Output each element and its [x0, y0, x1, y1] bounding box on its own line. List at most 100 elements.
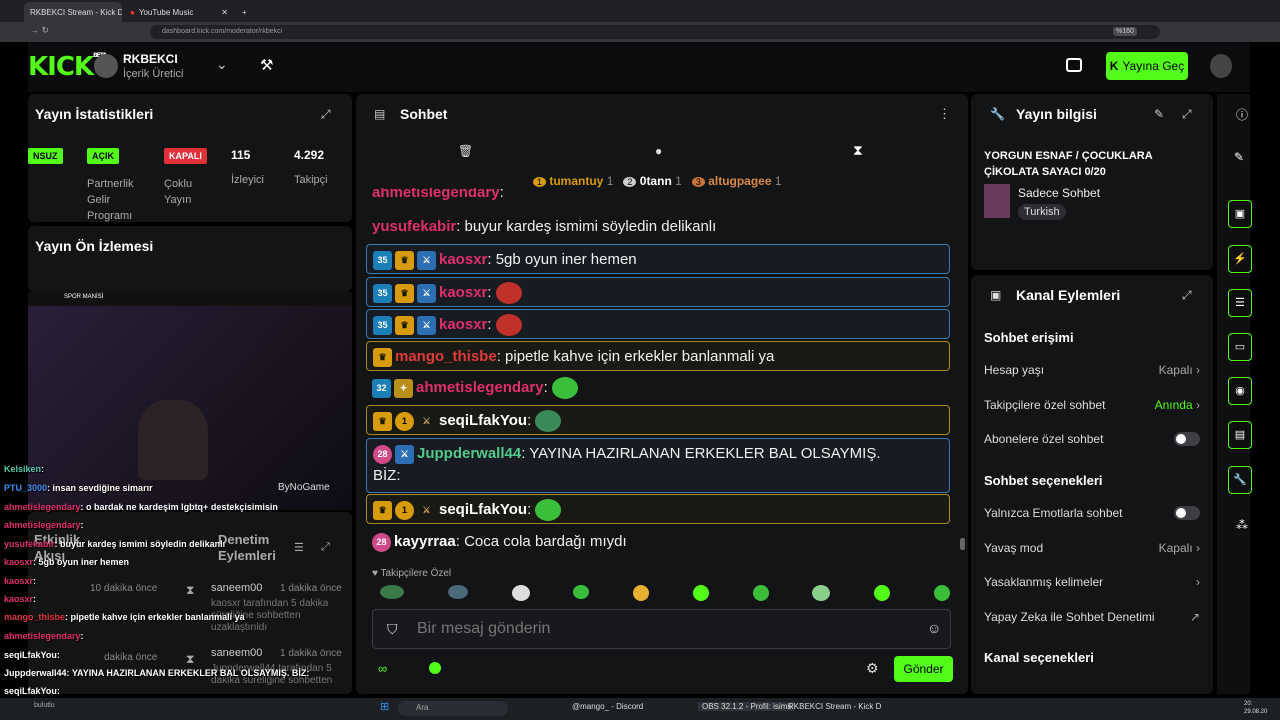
chat-message[interactable]: 35 ♛ ⚔ kaosxr: — [366, 277, 950, 307]
emote-icon[interactable] — [573, 585, 590, 599]
emote-icon[interactable] — [933, 585, 950, 601]
toggle-switch[interactable] — [1174, 432, 1200, 446]
hourglass-icon[interactable]: ⧗ — [853, 142, 863, 159]
taskbar-kick[interactable]: RKBEKCI Stream - Kick D — [788, 702, 881, 711]
emote-icon[interactable] — [812, 585, 831, 601]
avatar[interactable] — [1210, 54, 1232, 78]
bolt-icon[interactable]: ⚡ — [1228, 245, 1252, 273]
setting-emote-only[interactable]: Yalnızca Emotlarla sohbet — [984, 506, 1200, 520]
more-icon[interactable]: ⋮ — [938, 106, 951, 122]
browser-tab-kick[interactable]: RKBEKCI Stream - Kick Dashboa... — [24, 2, 122, 22]
streamer-figure — [138, 400, 208, 480]
info-icon[interactable]: ⓘ — [1236, 106, 1248, 123]
calendar-icon[interactable]: ▤ — [1228, 421, 1252, 449]
chat-username[interactable]: kaosxr — [439, 251, 487, 268]
emoji-icon[interactable]: ☺ — [927, 620, 941, 636]
kicks-icon[interactable]: ∞ — [378, 661, 387, 676]
windows-start-icon[interactable]: ⊞ — [380, 700, 389, 713]
setting-value: Kapalı — [1158, 541, 1193, 555]
chat-text: : — [487, 284, 492, 301]
chat-input[interactable] — [417, 618, 897, 640]
taskbar-obs[interactable]: OBS 32.1.2 - Profil: isims — [698, 702, 796, 711]
expand-icon[interactable]: ⤢ — [321, 107, 331, 122]
setting-banned-words[interactable]: Yasaklanmış kelimeler › — [984, 575, 1200, 589]
chat-message[interactable]: 28 ⚔ Juppderwall44: YAYINA HAZIRLANAN ERKE… — [366, 438, 950, 493]
overlay-user: seqiLfakYou — [4, 686, 57, 696]
setting-slow-mode[interactable]: Yavaş mod Kapalı › — [984, 541, 1200, 555]
chat-username[interactable]: ahmetislegendary — [416, 379, 544, 396]
pencil-icon[interactable]: ✎ — [1234, 150, 1244, 164]
stream-preview-icon[interactable]: ▣ — [1228, 200, 1252, 228]
taskbar-discord[interactable]: @mango_ - Discord — [572, 702, 643, 711]
chat-username[interactable]: kayyrraa — [394, 533, 456, 550]
record-icon[interactable]: ◉ — [1228, 377, 1252, 405]
avatar[interactable] — [94, 54, 118, 78]
expand-icon[interactable]: ⤢ — [321, 541, 330, 554]
chat-message[interactable]: 35 ♛ ⚔ kaosxr: — [366, 309, 950, 339]
hammer-icon[interactable]: ⚒ — [260, 56, 273, 74]
clock[interactable]: 20: 29.08.20 — [1244, 700, 1267, 716]
chat-message[interactable]: 32 ✦ ahmetislegendary: — [366, 373, 950, 403]
gear-icon[interactable]: ⚙ — [866, 660, 879, 677]
crown-icon: ♛ — [373, 411, 392, 431]
filter-icon[interactable]: ☰ — [294, 541, 304, 554]
setting-followers-only[interactable]: Takipçilere özel sohbet Anında › — [984, 398, 1200, 412]
overlay-user: Juppderwall44 — [4, 668, 67, 678]
chat-message[interactable]: 28 kayyrraa: Coca cola bardağı mıydı — [366, 527, 950, 557]
list-icon[interactable]: ☰ — [1228, 289, 1252, 317]
setting-ai-moderation[interactable]: Yapay Zeka ile Sohbet Denetimi ↗ — [984, 610, 1200, 624]
chevron-down-icon[interactable]: ⌄ — [216, 56, 228, 73]
setting-subscribers-only[interactable]: Abonelere özel sohbet — [984, 432, 1200, 446]
go-live-button[interactable]: K Yayına Geç — [1106, 52, 1188, 80]
send-button[interactable]: Gönder — [894, 656, 953, 682]
language-tag: Turkish — [1018, 204, 1066, 220]
chat-scrollbar[interactable] — [960, 538, 965, 550]
chat-username[interactable]: seqiLfakYou — [439, 501, 527, 518]
edit-icon[interactable]: ✎ — [1154, 107, 1164, 121]
users-icon[interactable]: ⁂ — [1236, 518, 1248, 532]
wrench-icon[interactable]: 🔧 — [1228, 466, 1252, 494]
chat-username[interactable]: seqiLfakYou — [439, 412, 527, 429]
chat-message[interactable]: 35 ♛ ⚔ kaosxr: 5gb oyun iner hemen — [366, 244, 950, 274]
emote-icon[interactable] — [511, 585, 530, 601]
chat-message[interactable]: ♛ mango_thisbe: pipetle kahve için erkekl… — [366, 341, 950, 371]
chat-username[interactable]: Juppderwall44 — [417, 445, 521, 462]
chat-message[interactable]: ♛ 1 ⚔ seqiLfakYou: — [366, 405, 950, 435]
chat-username[interactable]: mango_thisbe — [395, 348, 497, 365]
expand-icon[interactable]: ⤢ — [1182, 288, 1192, 303]
theatre-icon[interactable] — [1066, 58, 1082, 72]
emote-icon[interactable] — [752, 585, 769, 601]
overlay-text: : o bardak ne kardeşim lgbtq+ destekçisi… — [80, 502, 278, 512]
rank-badge: 1 — [533, 177, 547, 187]
speech-bubble-icon[interactable]: ● — [655, 144, 662, 158]
taskbar-search[interactable]: Ara — [398, 701, 508, 716]
chat-username[interactable]: kaosxr — [439, 284, 487, 301]
emote-icon[interactable] — [447, 585, 468, 599]
new-tab-button[interactable]: + — [236, 2, 252, 22]
emote-icon[interactable] — [633, 585, 650, 601]
close-icon[interactable]: ✕ — [221, 8, 228, 17]
setting-account-age[interactable]: Hesap yaşı Kapalı › — [984, 363, 1200, 377]
kick-coin-icon[interactable] — [429, 662, 441, 674]
chat-message[interactable]: ahmetislegendary: — [366, 188, 950, 204]
trash-icon[interactable]: 🗑 — [458, 144, 473, 158]
toggle-switch[interactable] — [1174, 506, 1200, 520]
chat-input-box[interactable]: ⛉ ☺ — [372, 609, 951, 649]
chat-username[interactable]: ahmetislegendary — [372, 188, 500, 201]
expand-icon[interactable]: ⤢ — [1182, 107, 1192, 122]
setting-label: Abonelere özel sohbet — [984, 432, 1104, 446]
chat-message[interactable]: yusufekabir: buyur kardeş ismimi söyledi… — [366, 212, 950, 242]
chat-username[interactable]: yusufekabir — [372, 218, 456, 235]
chat-bubble-icon[interactable]: ▭ — [1228, 333, 1252, 361]
emote-icon[interactable] — [692, 585, 709, 601]
browser-tab-youtube[interactable]: ● YouTube Music ✕ — [124, 2, 234, 22]
zoom-badge[interactable]: %160 — [1113, 27, 1137, 36]
stream-preview[interactable]: SPOR MANİSİ ByNoGame — [28, 292, 352, 510]
nav-arrows-icon[interactable]: → ↻ — [30, 25, 49, 36]
emote-icon[interactable] — [380, 585, 404, 599]
chat-message[interactable]: ♛ 1 ⚔ seqiLfakYou: — [366, 494, 950, 524]
chat-username[interactable]: kaosxr — [439, 316, 487, 333]
mod-sword-icon: ⚔ — [417, 315, 436, 335]
emote-icon[interactable] — [874, 585, 891, 601]
url-field[interactable]: dashboard.kick.com/moderator/rkbekci — [150, 25, 1160, 39]
